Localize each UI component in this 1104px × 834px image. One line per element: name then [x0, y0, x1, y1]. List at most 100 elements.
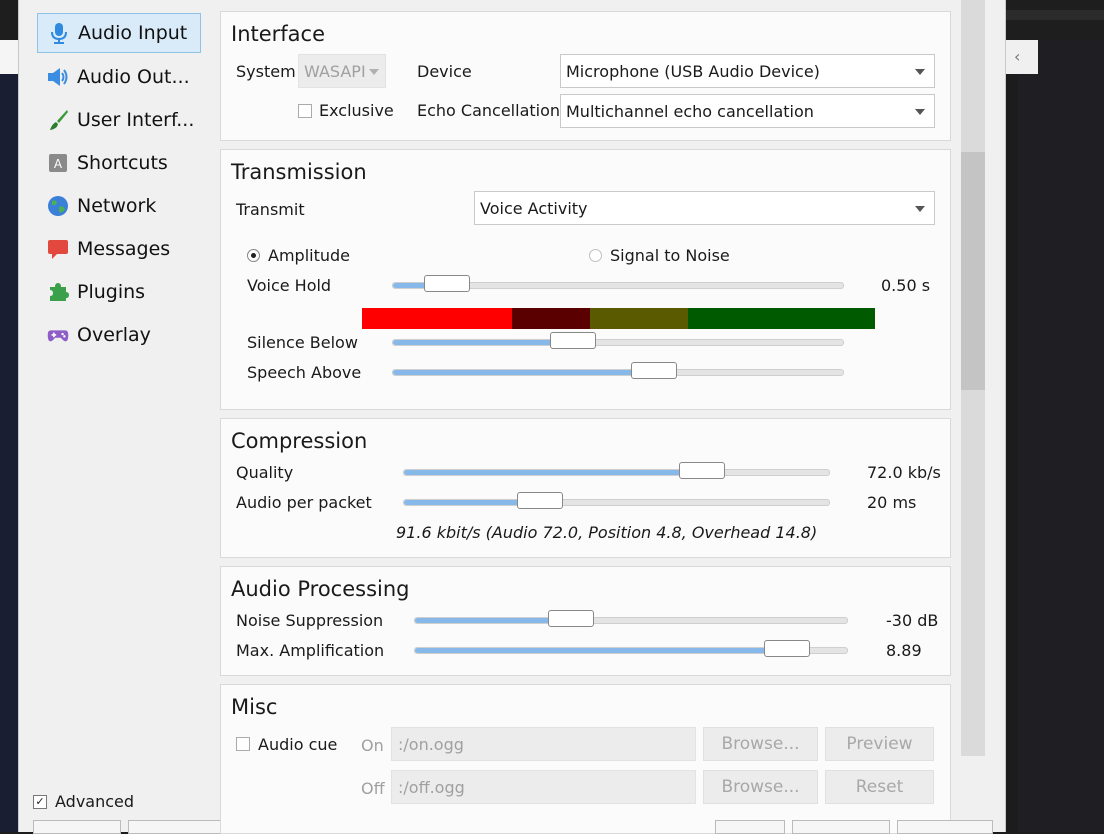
sidebar-item-label: Shortcuts [77, 152, 168, 174]
browse-label: Browse... [721, 734, 800, 754]
preview-button[interactable]: Preview [825, 727, 934, 761]
echo-cancellation-value: Multichannel echo cancellation [566, 101, 814, 121]
amplitude-label: Amplitude [268, 246, 350, 265]
browse-label: Browse... [721, 777, 800, 797]
reset-label: Reset [855, 777, 904, 797]
slider-fill [393, 370, 654, 375]
misc-group: Misc Audio cue On :/on.ogg Browse... Pre… [220, 684, 951, 834]
sidebar-item-label: Messages [77, 238, 171, 260]
slider-fill [415, 648, 787, 653]
reset-button[interactable]: Reset [825, 770, 934, 804]
chevron-down-icon [915, 69, 925, 75]
silence-below-slider[interactable] [392, 332, 844, 349]
sidebar-item-label: Overlay [77, 324, 151, 346]
slider-handle[interactable] [631, 362, 677, 379]
audio-per-packet-slider[interactable] [403, 492, 830, 509]
noise-suppression-slider[interactable] [414, 610, 848, 627]
off-sound-field[interactable]: :/off.ogg [391, 770, 696, 804]
vertical-scrollbar[interactable] [961, 0, 985, 756]
quality-label: Quality [236, 463, 294, 482]
echo-cancellation-combo[interactable]: Multichannel echo cancellation [560, 94, 935, 128]
scrollbar-thumb[interactable] [961, 152, 985, 390]
audio-cue-label: Audio cue [258, 735, 338, 754]
radio-dot [251, 253, 256, 258]
group-title: Compression [231, 429, 368, 453]
audio-per-packet-value: 20 ms [867, 493, 917, 512]
group-title: Interface [231, 22, 326, 46]
sidebar-item-label: Plugins [77, 281, 146, 303]
off-sound-value: :/off.ogg [398, 777, 465, 797]
audio-level-meter [362, 308, 875, 329]
voice-hold-value: 0.50 s [881, 276, 931, 295]
max-amplification-slider[interactable] [414, 640, 848, 657]
gamepad-icon [47, 324, 69, 346]
quality-value: 72.0 kb/s [867, 463, 941, 482]
silence-below-label: Silence Below [247, 333, 358, 352]
browse-off-button[interactable]: Browse... [703, 770, 818, 804]
sidebar-item-overlay[interactable]: Overlay [37, 315, 201, 355]
sidebar-item-user-interface[interactable]: User Interf... [37, 100, 201, 140]
slider-handle[interactable] [763, 640, 810, 657]
off-label: Off [361, 779, 385, 798]
transmit-label: Transmit [236, 200, 305, 219]
puzzle-piece-icon [47, 281, 69, 303]
background-window-titlebar [1004, 40, 1038, 74]
meter-segment [512, 308, 590, 329]
signal-to-noise-label: Signal to Noise [610, 246, 730, 265]
max-amplification-label: Max. Amplification [236, 641, 385, 660]
exclusive-checkbox[interactable] [298, 104, 312, 118]
device-combo[interactable]: Microphone (USB Audio Device) [560, 54, 935, 88]
transmit-combo[interactable]: Voice Activity [474, 191, 935, 225]
voice-hold-slider[interactable] [392, 275, 844, 292]
slider-handle[interactable] [550, 332, 596, 349]
chevron-down-icon [369, 69, 379, 75]
background-close-icon[interactable]: ‹ [1014, 47, 1020, 66]
preview-label: Preview [846, 734, 913, 754]
device-label: Device [417, 62, 472, 81]
quality-slider[interactable] [403, 462, 830, 479]
slider-handle[interactable] [517, 492, 563, 509]
sidebar-item-network[interactable]: Network [37, 186, 201, 226]
keyboard-key-icon: A [47, 152, 69, 174]
globe-icon [47, 195, 69, 217]
signal-to-noise-radio[interactable] [589, 249, 602, 262]
group-title: Audio Processing [231, 577, 410, 601]
voice-hold-label: Voice Hold [247, 276, 332, 295]
slider-handle[interactable] [678, 462, 725, 479]
sidebar-item-plugins[interactable]: Plugins [37, 272, 201, 312]
meter-segment [362, 308, 513, 329]
sidebar: Audio Input Audio Out... User Interf... … [19, 0, 310, 834]
slider-fill [393, 340, 573, 345]
noise-suppression-label: Noise Suppression [236, 611, 384, 630]
sidebar-item-audio-output[interactable]: Audio Out... [37, 57, 201, 97]
echo-cancellation-label: Echo Cancellation [417, 101, 561, 120]
speech-above-label: Speech Above [247, 363, 362, 382]
slider-handle[interactable] [424, 275, 470, 292]
audio-per-packet-label: Audio per packet [236, 493, 372, 512]
slider-fill [404, 470, 702, 475]
sidebar-item-label: User Interf... [77, 109, 195, 131]
settings-dialog: Audio Input Audio Out... User Interf... … [18, 0, 1006, 834]
on-sound-field[interactable]: :/on.ogg [391, 727, 696, 761]
sidebar-item-messages[interactable]: Messages [37, 229, 201, 269]
bitrate-summary: 91.6 kbit/s (Audio 72.0, Position 4.8, O… [396, 523, 818, 542]
compression-group: Compression Quality 72.0 kb/s Audio per … [220, 418, 951, 558]
amplitude-radio[interactable] [247, 249, 260, 262]
speech-above-slider[interactable] [392, 362, 844, 379]
advanced-label: Advanced [55, 792, 135, 811]
browse-on-button[interactable]: Browse... [703, 727, 818, 761]
group-title: Transmission [231, 160, 367, 184]
audio-cue-checkbox[interactable] [236, 737, 250, 751]
brush-icon [47, 109, 69, 131]
max-amplification-value: 8.89 [886, 641, 922, 660]
noise-suppression-value: -30 dB [886, 611, 939, 630]
sidebar-item-shortcuts[interactable]: A Shortcuts [37, 143, 201, 183]
chevron-down-icon [915, 109, 925, 115]
advanced-checkbox[interactable]: ✓ Advanced [33, 792, 134, 811]
slider-handle[interactable] [547, 610, 594, 627]
sidebar-item-audio-input[interactable]: Audio Input [37, 13, 201, 53]
on-label: On [361, 736, 384, 755]
background-strip [1004, 10, 1104, 20]
system-combo[interactable]: WASAPI [298, 54, 386, 88]
system-label: System [236, 62, 296, 81]
